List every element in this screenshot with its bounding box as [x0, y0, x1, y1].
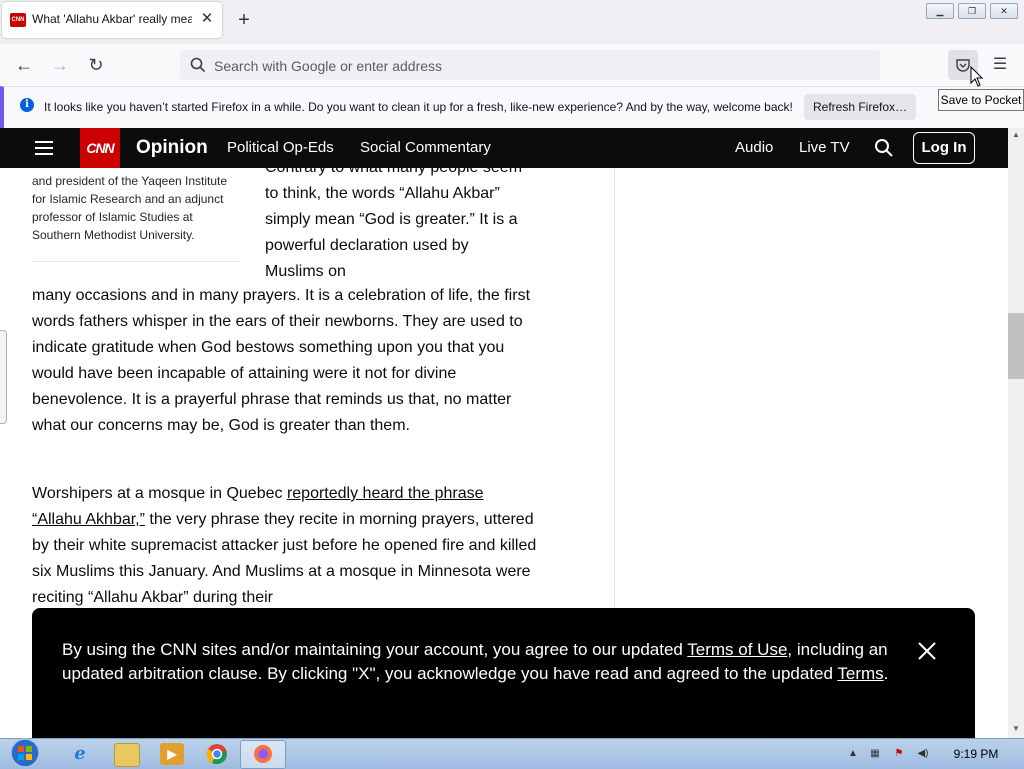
nav-political-op-eds[interactable]: Political Op-Eds — [227, 139, 334, 156]
taskbar: e ▶ ▲ ▦ ⚑ ◀) 9:19 PM — [0, 738, 1024, 769]
page-scrollbar[interactable] — [1008, 128, 1024, 738]
tab-strip: CNN What 'Allahu Akbar' really mean ✕ + … — [0, 0, 1024, 44]
browser-tab[interactable]: CNN What 'Allahu Akbar' really mean ✕ — [2, 2, 222, 38]
scroll-up-arrow-icon[interactable]: ▲ — [1008, 128, 1024, 142]
author-bio: and president of the Yaqeen Institute fo… — [32, 172, 242, 244]
menu-button[interactable]: ☰ — [988, 54, 1012, 76]
show-hidden-icons-icon[interactable]: ▲ — [846, 748, 860, 760]
side-tab-handle[interactable] — [0, 330, 7, 424]
windows-start-icon[interactable] — [6, 737, 44, 769]
refresh-firefox-button[interactable]: Refresh Firefox… — [804, 94, 916, 120]
close-icon[interactable] — [916, 640, 938, 662]
cnn-logo[interactable]: CNN — [80, 128, 120, 168]
article-paragraph-1-top: Contrary to what many people seem to thi… — [265, 159, 523, 280]
mouse-cursor-icon — [970, 66, 984, 87]
tab-title: What 'Allahu Akbar' really mean — [32, 12, 192, 26]
tab-close-icon[interactable]: ✕ — [198, 10, 216, 28]
banner-text-part: . — [883, 664, 889, 683]
hamburger-menu-icon[interactable] — [34, 138, 54, 158]
tooltip: Save to Pocket — [938, 89, 1024, 111]
terms-of-use-link[interactable]: Terms of Use — [687, 640, 787, 659]
back-button[interactable]: ← — [12, 54, 36, 76]
url-input[interactable]: Search with Google or enter address — [214, 58, 814, 74]
nav-audio[interactable]: Audio — [735, 139, 773, 156]
scroll-down-arrow-icon[interactable]: ▼ — [1008, 722, 1024, 736]
minimize-button[interactable]: ▁ — [926, 3, 954, 19]
forward-button[interactable]: → — [48, 54, 72, 76]
volume-icon[interactable]: ◀) — [916, 748, 930, 760]
url-bar[interactable]: Search with Google or enter address — [180, 50, 880, 80]
banner-text-part: By using the CNN sites and/or maintainin… — [62, 640, 688, 659]
article-paragraph-1: many occasions and in many prayers. It i… — [32, 287, 531, 434]
media-player-icon[interactable]: ▶ — [160, 743, 184, 765]
reload-button[interactable]: ↻ — [84, 54, 108, 76]
action-center-icon[interactable]: ⚑ — [892, 748, 906, 760]
section-title-opinion[interactable]: Opinion — [136, 137, 208, 159]
clock[interactable]: 9:19 PM — [948, 747, 1004, 761]
nav-live-tv[interactable]: Live TV — [799, 139, 850, 156]
banner-text: By using the CNN sites and/or maintainin… — [62, 638, 902, 686]
notification-text: It looks like you haven’t started Firefo… — [44, 100, 793, 114]
bio-divider — [32, 261, 240, 262]
internet-explorer-icon[interactable]: e — [68, 743, 92, 765]
close-window-button[interactable]: ✕ — [990, 3, 1018, 19]
taskbar-firefox-button[interactable] — [240, 740, 286, 769]
file-explorer-icon[interactable] — [114, 743, 140, 767]
scrollbar-thumb[interactable] — [1008, 313, 1024, 379]
nav-social-commentary[interactable]: Social Commentary — [360, 139, 491, 156]
restore-button[interactable]: ❐ — [958, 3, 986, 19]
navigation-toolbar: ← → ↻ Search with Google or enter addres… — [0, 44, 1024, 86]
notification-bar: i It looks like you haven’t started Fire… — [0, 86, 1024, 128]
terms-banner: By using the CNN sites and/or maintainin… — [32, 608, 975, 738]
article-paragraph-2: Worshipers at a mosque in Quebec reporte… — [32, 481, 537, 611]
paragraph-text: Worshipers at a mosque in Quebec — [32, 485, 287, 502]
firefox-icon — [254, 745, 272, 763]
search-icon[interactable] — [874, 138, 894, 158]
cnn-favicon-icon: CNN — [10, 13, 26, 27]
terms-link[interactable]: Terms — [837, 664, 883, 683]
search-icon — [190, 57, 206, 73]
info-icon: i — [20, 98, 34, 112]
login-button[interactable]: Log In — [913, 132, 975, 164]
chrome-icon[interactable] — [206, 743, 228, 765]
pocket-icon — [956, 59, 970, 72]
column-divider — [614, 168, 615, 608]
network-icon[interactable]: ▦ — [868, 748, 882, 760]
new-tab-button[interactable]: + — [234, 9, 254, 31]
